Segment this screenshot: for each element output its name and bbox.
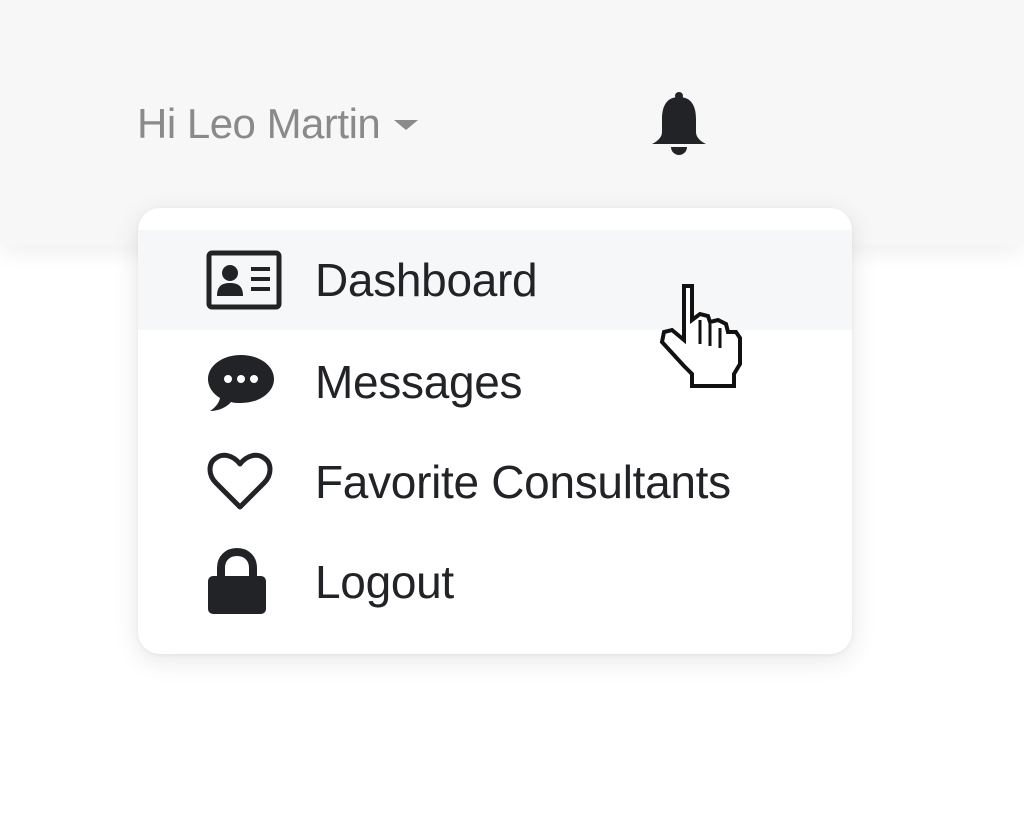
menu-item-label: Dashboard <box>315 254 538 306</box>
bell-icon[interactable] <box>650 92 708 156</box>
page: Hi Leo Martin Dashboard Messages Favorit… <box>0 0 1024 814</box>
id-card-icon <box>206 249 286 311</box>
chat-bubble-icon <box>206 351 286 413</box>
menu-item-favorite-consultants[interactable]: Favorite Consultants <box>138 432 852 532</box>
user-dropdown-menu: Dashboard Messages Favorite Consultants <box>138 208 852 654</box>
caret-down-icon <box>394 120 419 130</box>
menu-item-dashboard[interactable]: Dashboard <box>138 230 852 330</box>
menu-item-label: Messages <box>315 356 523 408</box>
menu-item-messages[interactable]: Messages <box>138 332 852 432</box>
user-greeting: Hi Leo Martin <box>137 100 381 147</box>
lock-icon <box>206 548 286 614</box>
menu-item-label: Favorite Consultants <box>315 456 731 508</box>
menu-item-logout[interactable]: Logout <box>138 532 852 632</box>
user-menu-toggle[interactable]: Hi Leo Martin <box>137 96 419 152</box>
heart-outline-icon <box>206 451 286 513</box>
menu-item-label: Logout <box>315 556 454 608</box>
